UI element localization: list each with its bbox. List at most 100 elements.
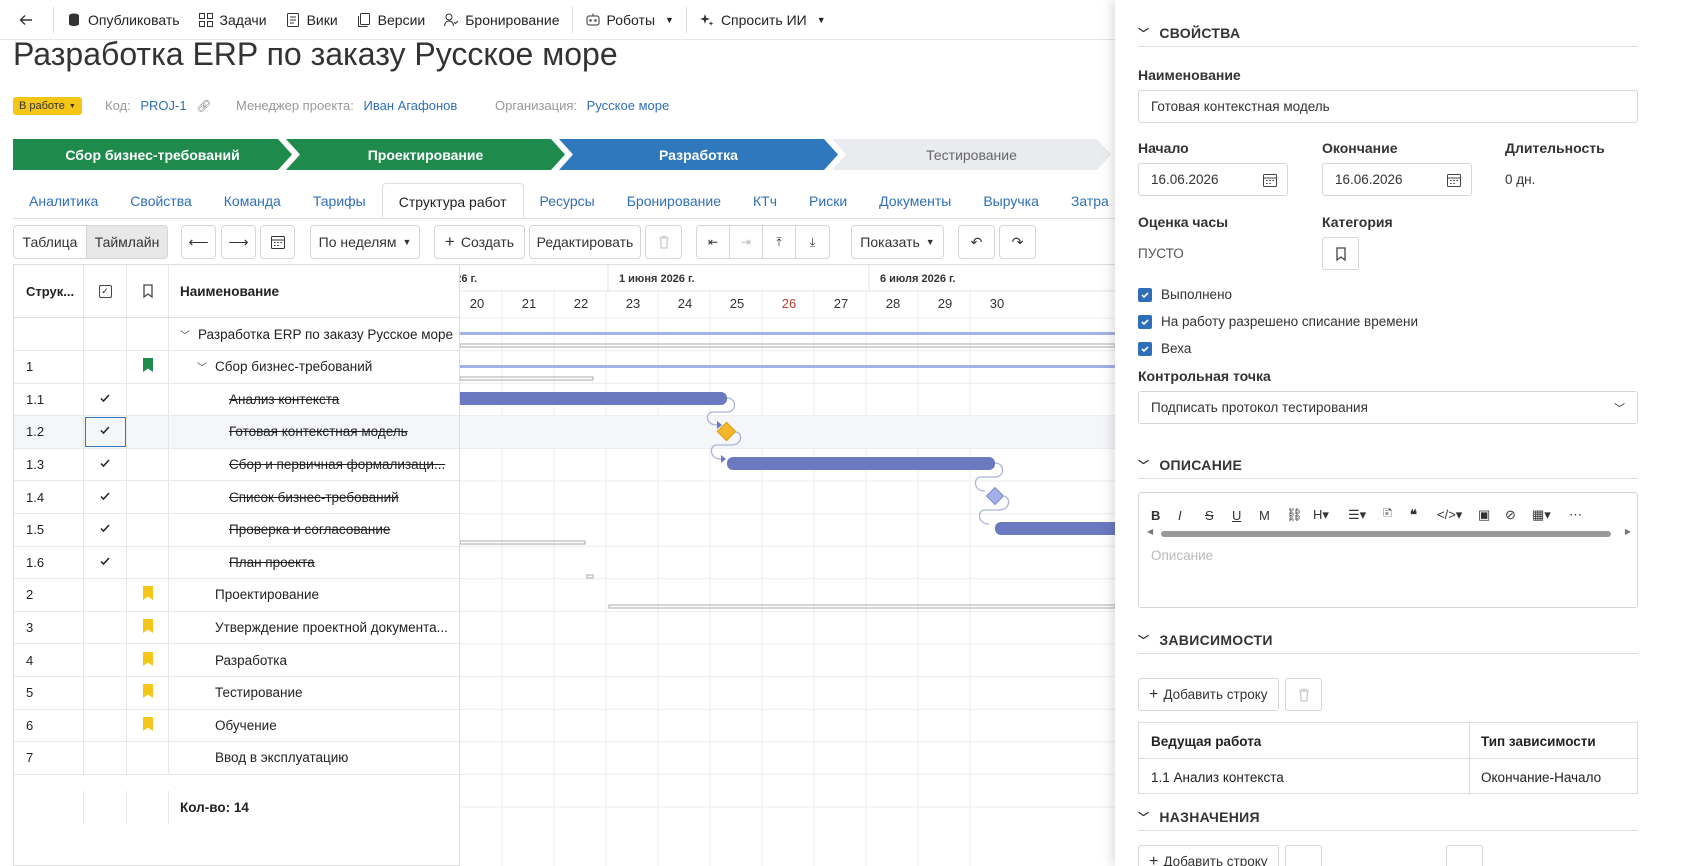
milestone-cell[interactable]	[127, 448, 169, 481]
table-row[interactable]: 3 Утверждение проектной документа...	[14, 611, 459, 645]
attachment-icon[interactable]: ⊘	[1505, 507, 1521, 523]
done-cell[interactable]	[84, 415, 127, 448]
tab-risks[interactable]: Риски	[793, 183, 863, 218]
milestone-cell[interactable]	[127, 481, 169, 513]
redo-button[interactable]: ↷	[999, 225, 1036, 259]
done-cell[interactable]	[84, 676, 127, 709]
done-cell[interactable]	[84, 546, 127, 579]
table-row[interactable]: 5 Тестирование	[14, 676, 459, 710]
end-date-input[interactable]: 16.06.2026	[1322, 163, 1472, 196]
done-cell[interactable]	[84, 741, 127, 774]
strikethrough-icon[interactable]: S	[1205, 508, 1221, 523]
milestone-cell[interactable]	[127, 741, 169, 774]
add-dependency-button[interactable]: + Добавить строку	[1138, 678, 1279, 711]
table-row[interactable]: 1.4 Список бизнес-требований	[14, 481, 459, 514]
milestone-cell[interactable]	[127, 611, 169, 644]
tab-team[interactable]: Команда	[208, 183, 297, 218]
milestone-cell[interactable]	[127, 318, 169, 350]
expand-chevron-icon[interactable]: ﹀	[180, 327, 194, 342]
delete-assignment-button[interactable]	[1285, 845, 1322, 866]
milestone-cell[interactable]	[127, 415, 169, 448]
wiki-button[interactable]: Вики	[276, 0, 347, 40]
done-cell[interactable]	[84, 481, 127, 513]
task-bar-analysis[interactable]	[460, 392, 727, 405]
milestone-column-header[interactable]	[127, 265, 169, 317]
show-dropdown[interactable]: Показать ▼	[851, 225, 944, 259]
table-row[interactable]: 1.5 Проверка и согласование	[14, 513, 459, 547]
gantt-chart[interactable]: 2026 г. 1 июня 2026 г. 6 июля 2026 г. 20 21 2…	[460, 265, 1115, 866]
expand-chevron-icon[interactable]: ﹀	[197, 359, 211, 374]
table-view-button[interactable]: Таблица	[13, 225, 87, 259]
table-icon[interactable]: ▦▾	[1532, 507, 1558, 523]
table-row[interactable]: 1.2 Готовая контекстная модель	[14, 415, 459, 449]
table-row[interactable]: 7 Ввод в эксплуатацию	[14, 741, 459, 775]
name-cell[interactable]: Список бизнес-требований	[169, 481, 399, 513]
table-row[interactable]: 6 Обучение	[14, 709, 459, 743]
tab-ktch[interactable]: КТч	[737, 183, 793, 218]
quote-icon[interactable]: ❝	[1410, 507, 1426, 523]
task-bar-collection[interactable]	[727, 457, 995, 470]
done-cell[interactable]	[84, 611, 127, 644]
milestone-cell[interactable]	[127, 350, 169, 383]
name-cell[interactable]: Сбор и первичная формализаци...	[169, 448, 445, 480]
name-cell[interactable]: План проекта	[169, 546, 315, 578]
name-column-header[interactable]: Наименование	[169, 265, 279, 317]
tab-tariffs[interactable]: Тарифы	[297, 183, 382, 218]
milestone-cell[interactable]	[127, 709, 169, 742]
assignments-section-header[interactable]: ﹀ НАЗНАЧЕНИЯ	[1138, 809, 1260, 825]
move-up-button[interactable]: ⤒	[762, 225, 796, 259]
code-value[interactable]: PROJ-1	[140, 98, 186, 113]
heading-icon[interactable]: H▾	[1313, 507, 1337, 523]
name-cell[interactable]: Обучение	[169, 709, 277, 741]
timeline-view-button[interactable]: Таймлайн	[86, 225, 168, 259]
name-cell[interactable]: Готовая контекстная модель	[169, 416, 408, 448]
org-link[interactable]: Русское море	[587, 98, 670, 113]
delete-button[interactable]	[645, 225, 682, 259]
done-column-header[interactable]: ✓	[84, 265, 127, 317]
italic-icon[interactable]: I	[1178, 508, 1194, 523]
name-cell[interactable]: Тестирование	[169, 677, 303, 709]
add-assignment-button[interactable]: + Добавить строку	[1138, 845, 1279, 866]
stage-requirements[interactable]: Сбор бизнес-требований	[13, 139, 292, 170]
milestone-cell[interactable]	[127, 578, 169, 611]
versions-button[interactable]: Версии	[347, 0, 435, 40]
status-badge[interactable]: В работе ▼	[13, 97, 82, 115]
editor-scrollbar[interactable]: ◀ ▶	[1147, 527, 1631, 537]
tab-costs[interactable]: Затра	[1055, 183, 1115, 218]
milestone-cell[interactable]	[127, 513, 169, 546]
done-cell[interactable]	[84, 578, 127, 611]
outdent-button[interactable]: ⇤	[696, 225, 730, 259]
done-cell[interactable]	[84, 383, 127, 416]
checkpoint-select[interactable]: Подписать протокол тестирования ﹀	[1138, 391, 1638, 424]
milestone-cell[interactable]	[127, 676, 169, 709]
edit-button[interactable]: Редактировать	[529, 225, 641, 259]
name-cell[interactable]: Проектирование	[169, 579, 319, 611]
dependencies-section-header[interactable]: ﹀ ЗАВИСИМОСТИ	[1138, 632, 1273, 648]
image-icon[interactable]: ▣	[1478, 507, 1494, 523]
name-cell[interactable]: ﹀ Разработка ERP по заказу Русское море	[169, 318, 453, 350]
structure-column-header[interactable]: Струк...	[14, 265, 84, 317]
back-button[interactable]	[0, 0, 50, 40]
publish-button[interactable]: Опубликовать	[57, 0, 189, 40]
note-icon[interactable]: 🗈︎	[1383, 504, 1399, 526]
done-cell[interactable]	[84, 644, 127, 676]
project-summary-bar[interactable]	[460, 332, 1115, 335]
name-cell[interactable]: ﹀ Сбор бизнес-требований	[169, 351, 372, 383]
booking-button[interactable]: Бронирование	[434, 0, 568, 40]
calendar-button[interactable]	[260, 225, 295, 259]
category-button[interactable]	[1322, 237, 1359, 270]
table-row[interactable]: 1.3 Сбор и первичная формализаци...	[14, 448, 459, 482]
stage-design[interactable]: Проектирование	[286, 139, 565, 170]
tab-work-structure[interactable]: Структура работ	[381, 183, 524, 218]
table-row[interactable]: 1 ﹀ Сбор бизнес-требований	[14, 350, 459, 384]
hours-value[interactable]: ПУСТО	[1138, 246, 1184, 261]
ask-ai-dropdown[interactable]: Спросить ИИ ▼	[690, 0, 835, 40]
stage-testing[interactable]: Тестирование	[832, 139, 1111, 170]
done-cell[interactable]	[84, 350, 127, 383]
name-cell[interactable]: Анализ контекста	[169, 383, 339, 415]
milestone-cell[interactable]	[127, 383, 169, 416]
code-icon[interactable]: </>▾	[1437, 507, 1467, 523]
calendar-icon[interactable]	[1446, 172, 1462, 188]
calendar-icon[interactable]	[1262, 172, 1278, 188]
description-section-header[interactable]: ﹀ ОПИСАНИЕ	[1138, 457, 1242, 473]
